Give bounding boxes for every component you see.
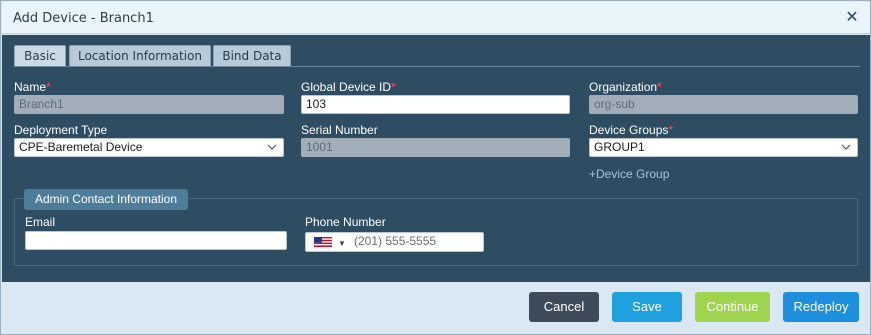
tab-basic[interactable]: Basic [14, 45, 66, 67]
dialog-footer: Cancel Save Continue Redeploy [2, 282, 870, 334]
device-groups-select[interactable]: GROUP1 [589, 138, 858, 157]
dialog-titlebar: Add Device - Branch1 ✕ [2, 2, 870, 34]
tab-label: Location Information [77, 49, 203, 63]
chevron-down-icon [841, 144, 851, 150]
tab-location-information[interactable]: Location Information [69, 45, 211, 67]
organization-field: org-sub [589, 95, 858, 114]
tab-divider [14, 66, 860, 67]
organization-label: Organization* [589, 80, 662, 94]
deployment-type-label: Deployment Type [14, 123, 108, 137]
serial-number-label: Serial Number [301, 123, 378, 137]
phone-placeholder: (201) 555-5555 [354, 234, 437, 248]
save-button[interactable]: Save [612, 292, 682, 322]
name-field: Branch1 [14, 95, 284, 114]
chevron-down-icon [267, 144, 277, 150]
cancel-button[interactable]: Cancel [529, 292, 599, 322]
tab-label: Bind Data [222, 49, 282, 63]
device-groups-label: Device Groups* [589, 123, 674, 137]
dialog-title: Add Device - Branch1 [13, 11, 154, 26]
us-flag-icon[interactable] [314, 237, 332, 247]
add-device-group-link[interactable]: +Device Group [589, 167, 669, 181]
tab-bind-data[interactable]: Bind Data [213, 45, 291, 67]
caret-down-icon[interactable]: ▼ [338, 235, 346, 252]
email-label: Email [25, 215, 56, 229]
name-label: Name* [14, 80, 51, 94]
add-device-dialog: Add Device - Branch1 ✕ Basic Location In… [0, 0, 871, 335]
close-icon[interactable]: ✕ [844, 8, 860, 26]
phone-number-field[interactable]: ▼ (201) 555-5555 [305, 232, 484, 252]
dialog-body: Basic Location Information Bind Data Nam… [2, 35, 870, 282]
deployment-type-select[interactable]: CPE-Baremetal Device [14, 138, 284, 157]
tab-label: Basic [24, 49, 56, 63]
continue-button[interactable]: Continue [695, 292, 770, 322]
phone-number-label: Phone Number [305, 215, 386, 229]
global-device-id-field[interactable]: 103 [301, 95, 570, 114]
admin-contact-legend: Admin Contact Information [24, 189, 188, 210]
email-field[interactable] [25, 231, 287, 250]
redeploy-button[interactable]: Redeploy [783, 292, 859, 322]
serial-number-field: 1001 [301, 138, 570, 157]
global-device-id-label: Global Device ID* [301, 80, 396, 94]
